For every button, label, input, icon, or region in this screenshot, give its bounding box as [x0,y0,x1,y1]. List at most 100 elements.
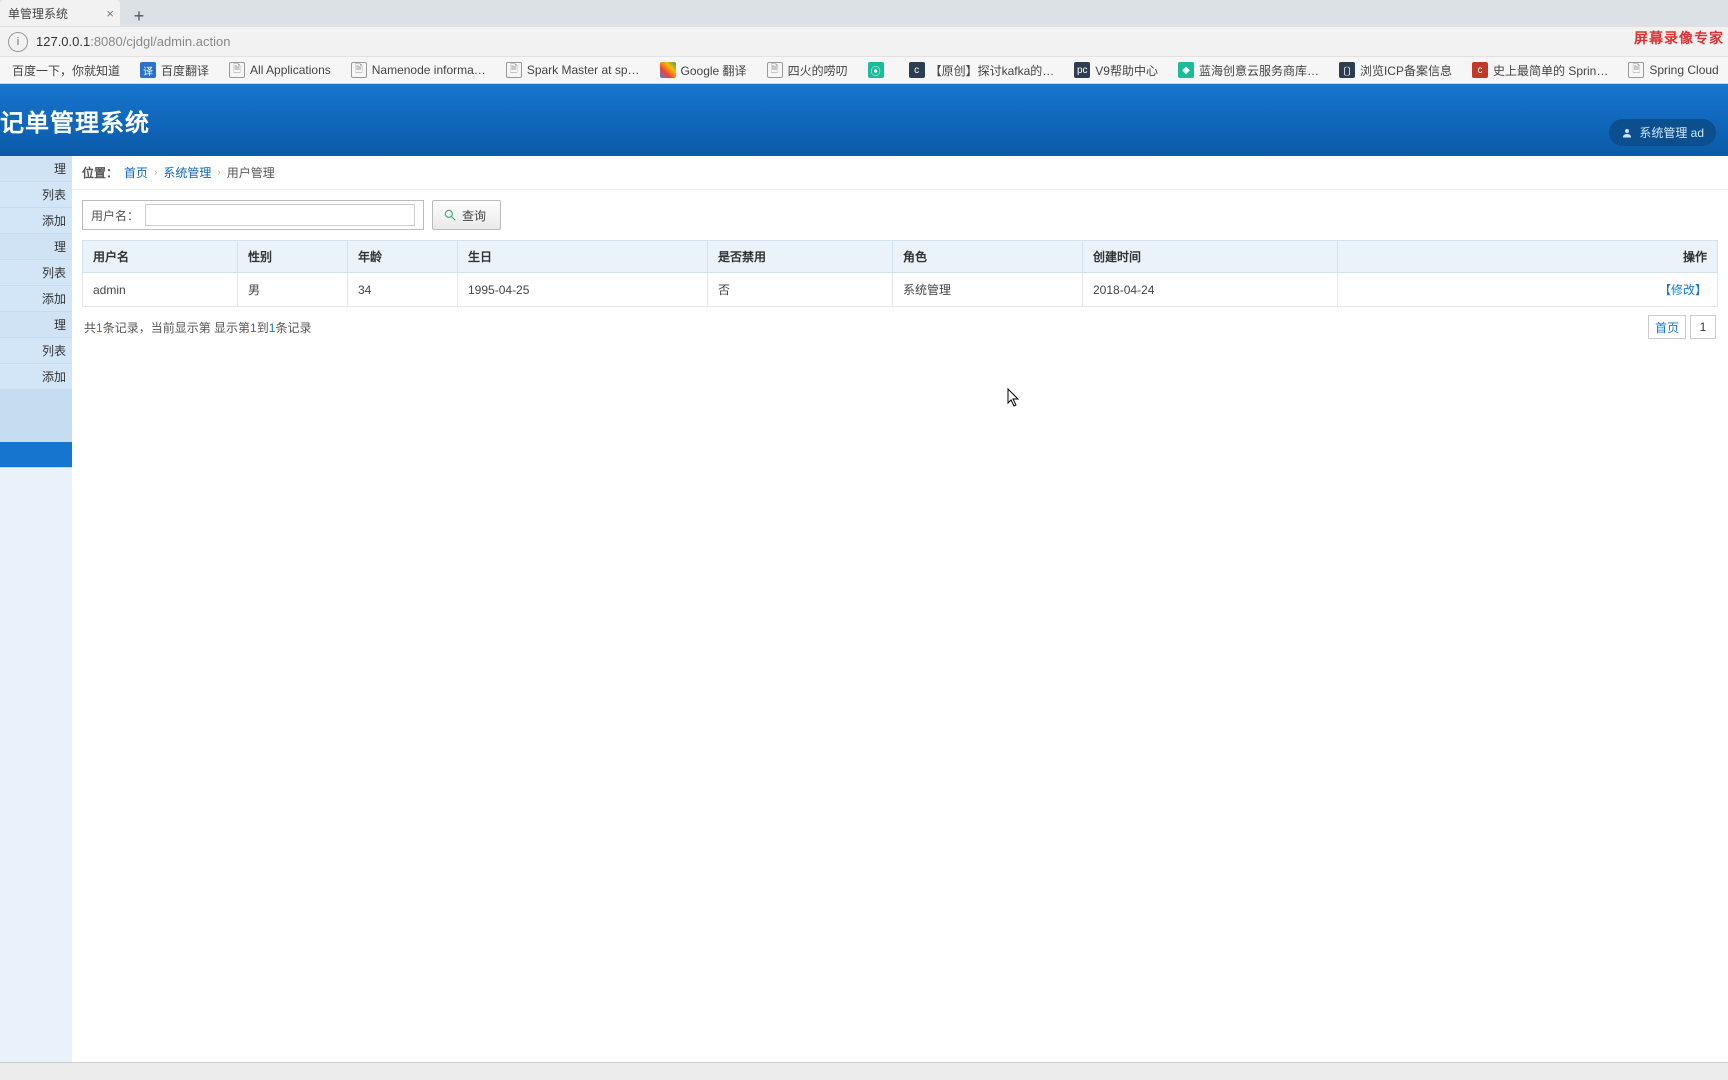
screen-recorder-watermark: 屏幕录像专家 [1634,28,1724,48]
breadcrumb-home[interactable]: 首页 [124,164,148,181]
pager: 首页 1 [1648,315,1716,339]
url-path: :8080/cjdgl/admin.action [90,34,230,49]
bookmark-favicon-icon: pc [1074,62,1090,78]
bookmark-label: Spark Master at sp… [527,63,640,77]
chevron-right-icon: › [217,167,220,178]
bookmark-favicon-icon: ◆ [1178,62,1194,78]
col-age: 年龄 [348,241,458,273]
sidebar-item[interactable]: 列表 [0,338,72,364]
search-button[interactable]: 查询 [432,200,501,230]
address-bar: i 127.0.0.1:8080/cjdgl/admin.action [0,26,1728,56]
record-count: 共1条记录，当前显示第 显示第1到1条记录 [84,319,311,336]
bookmark-label: Namenode informa… [372,63,486,77]
bookmark-label: All Applications [250,63,331,77]
bookmark-item[interactable]: 🗎 Spring Cloud [1620,59,1726,81]
site-info-icon[interactable]: i [8,32,28,52]
user-label: 系统管理 ad [1639,124,1704,141]
new-tab-button[interactable]: + [126,6,152,26]
bookmark-item[interactable]: 百度一下，你就知道 [4,59,128,82]
col-operation: 操作 [1338,241,1718,273]
bookmark-label: Spring Cloud [1649,63,1718,77]
browser-tab[interactable]: 单管理系统 × [0,0,120,26]
search-box: 用户名： [82,200,424,230]
app-title: 记单管理系统 [0,103,150,138]
cell-role: 系统管理 [893,273,1083,307]
sidebar-group-head[interactable]: 理 [0,156,72,182]
breadcrumb-current: 用户管理 [227,164,275,181]
sidebar-item-active[interactable] [0,442,72,468]
user-icon [1621,127,1633,139]
bookmark-item[interactable]: 🗎 Spark Master at sp… [498,59,648,81]
bookmark-favicon-icon: c [1472,62,1488,78]
table-footer: 共1条记录，当前显示第 显示第1到1条记录 首页 1 [72,307,1728,347]
bookmark-favicon-icon: 🗎 [506,62,522,78]
search-button-label: 查询 [462,207,486,224]
col-username: 用户名 [83,241,238,273]
chevron-right-icon: › [154,167,157,178]
bookmark-item[interactable]: pcV9帮助中心 [1066,59,1166,82]
tab-title: 单管理系统 [8,5,68,22]
bookmark-label: 百度一下，你就知道 [12,62,120,79]
bookmark-item[interactable]: c 史上最简单的 Sprin… [1464,59,1616,82]
col-created: 创建时间 [1083,241,1338,273]
bookmark-item[interactable]: 🗎四火的唠叨 [759,59,856,82]
bookmark-item[interactable]: Google 翻译 [652,59,755,82]
username-input[interactable] [145,204,415,226]
bookmark-favicon-icon: ⦿ [868,62,884,78]
breadcrumb: 位置： 首页 › 系统管理 › 用户管理 [72,156,1728,190]
pager-first[interactable]: 首页 [1648,315,1686,339]
cell-disabled: 否 [708,273,893,307]
bookmark-label: 百度翻译 [161,62,209,79]
sidebar: 理列表添加理列表添加理列表添加 [0,156,72,1062]
cell-gender: 男 [238,273,348,307]
search-icon [443,208,457,222]
url-text[interactable]: 127.0.0.1:8080/cjdgl/admin.action [36,34,230,49]
sidebar-item[interactable]: 列表 [0,260,72,286]
taskbar-strip [0,1062,1728,1080]
url-host: 127.0.0.1 [36,34,90,49]
bookmark-item[interactable]: ◆ 蓝海创意云服务商库… [1170,59,1327,82]
username-label: 用户名： [91,207,139,224]
bookmark-item[interactable]: 〔〕浏览ICP备案信息 [1331,59,1460,82]
main-content: 位置： 首页 › 系统管理 › 用户管理 用户名： 查询 用户名 [72,156,1728,1062]
sidebar-item[interactable]: 列表 [0,182,72,208]
bookmark-favicon-icon: 〔〕 [1339,62,1355,78]
close-icon[interactable]: × [106,6,114,21]
bookmark-favicon-icon: 🗎 [229,62,245,78]
sidebar-item[interactable]: 添加 [0,208,72,234]
bookmark-label: 四火的唠叨 [788,62,848,79]
bookmark-label: 史上最简单的 Sprin… [1493,62,1608,79]
col-birthday: 生日 [458,241,708,273]
bookmark-item[interactable]: 🗎 Namenode informa… [343,59,494,81]
bookmark-label: Google 翻译 [681,62,747,79]
cell-username: admin [83,273,238,307]
user-menu[interactable]: 系统管理 ad [1609,119,1716,146]
edit-link[interactable]: 【修改】 [1659,283,1707,297]
bookmark-favicon-icon [660,62,676,78]
table-row: admin 男 34 1995-04-25 否 系统管理 2018-04-24 … [83,273,1718,307]
bookmark-label: 浏览ICP备案信息 [1360,62,1452,79]
bookmark-item[interactable]: 🗎 All Applications [221,59,339,81]
bookmark-item[interactable]: 译百度翻译 [132,59,217,82]
sidebar-group-head[interactable]: 理 [0,234,72,260]
sidebar-spacer [0,390,72,416]
app-header: 记单管理系统 系统管理 ad [0,84,1728,156]
col-role: 角色 [893,241,1083,273]
sidebar-spacer [0,416,72,442]
bookmark-bar: 百度一下，你就知道译百度翻译 🗎 All Applications 🗎 Namenode… [0,56,1728,84]
bookmark-favicon-icon: c [909,62,925,78]
bookmark-favicon-icon: 🗎 [1628,62,1644,78]
sidebar-item[interactable]: 添加 [0,286,72,312]
sidebar-group-head[interactable]: 理 [0,312,72,338]
col-gender: 性别 [238,241,348,273]
bookmark-item[interactable]: c【原创】探讨kafka的… [901,59,1063,82]
bookmark-favicon-icon: 🗎 [351,62,367,78]
pager-page-1[interactable]: 1 [1690,315,1716,339]
cell-age: 34 [348,273,458,307]
sidebar-item[interactable]: 添加 [0,364,72,390]
table-header-row: 用户名 性别 年龄 生日 是否禁用 角色 创建时间 操作 [83,241,1718,273]
bookmark-label: 蓝海创意云服务商库… [1199,62,1319,79]
user-table: 用户名 性别 年龄 生日 是否禁用 角色 创建时间 操作 admin 男 34 … [82,240,1718,307]
bookmark-item[interactable]: ⦿ [860,59,897,81]
breadcrumb-section[interactable]: 系统管理 [163,164,211,181]
